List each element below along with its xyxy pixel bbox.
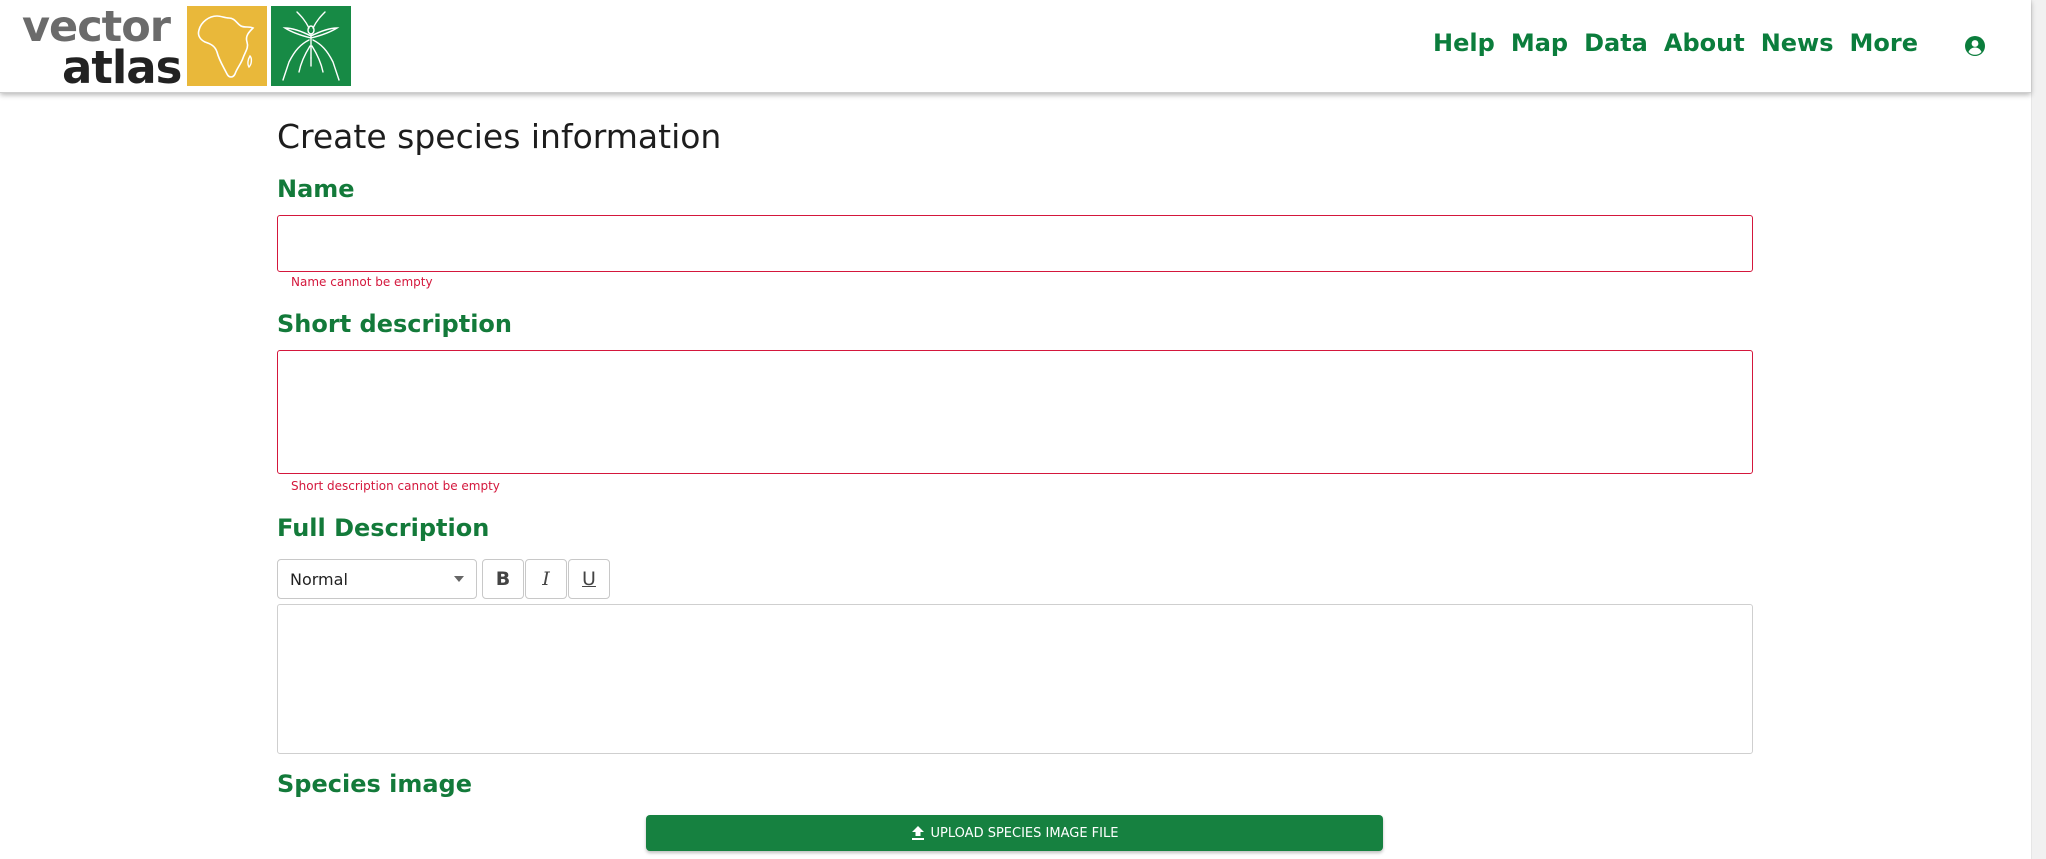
- name-input[interactable]: [277, 215, 1753, 272]
- main-nav: Help Map Data About News More: [1417, 29, 1918, 57]
- short-description-label: Short description: [277, 310, 513, 338]
- species-image-label: Species image: [277, 770, 472, 798]
- name-label: Name: [277, 175, 355, 203]
- page-scrollbar[interactable]: [2031, 0, 2046, 859]
- page-title: Create species information: [277, 117, 722, 156]
- logo-word-atlas: atlas: [62, 41, 182, 94]
- editor-toolbar: Normal B I U: [277, 559, 610, 599]
- africa-map-icon: [187, 6, 267, 86]
- italic-button[interactable]: I: [525, 559, 567, 599]
- nav-help[interactable]: Help: [1433, 29, 1495, 57]
- text-format-value: Normal: [290, 569, 348, 589]
- upload-button-label: UPLOAD SPECIES IMAGE FILE: [930, 825, 1119, 841]
- upload-species-image-button[interactable]: UPLOAD SPECIES IMAGE FILE: [646, 815, 1383, 851]
- nav-about[interactable]: About: [1664, 29, 1745, 57]
- top-header: vector atlas Help Map Data About News Mo…: [0, 0, 2031, 93]
- underline-icon: U: [582, 568, 596, 590]
- short-description-error: Short description cannot be empty: [291, 479, 500, 493]
- nav-news[interactable]: News: [1761, 29, 1834, 57]
- bold-button[interactable]: B: [482, 559, 524, 599]
- vector-atlas-logo[interactable]: vector atlas: [22, 4, 354, 94]
- bold-icon: B: [495, 568, 511, 590]
- upload-icon: [911, 826, 924, 840]
- short-description-input[interactable]: [277, 350, 1753, 474]
- italic-icon: I: [542, 568, 550, 590]
- mosquito-icon: [271, 6, 351, 86]
- full-description-editor[interactable]: [277, 604, 1753, 754]
- underline-button[interactable]: U: [568, 559, 610, 599]
- nav-map[interactable]: Map: [1511, 29, 1568, 57]
- nav-more[interactable]: More: [1850, 29, 1918, 57]
- account-circle-icon[interactable]: [1964, 35, 1986, 57]
- full-description-label: Full Description: [277, 514, 490, 542]
- chevron-down-icon: [454, 576, 464, 582]
- text-format-select[interactable]: Normal: [277, 559, 477, 599]
- name-error: Name cannot be empty: [291, 275, 433, 289]
- nav-data[interactable]: Data: [1584, 29, 1648, 57]
